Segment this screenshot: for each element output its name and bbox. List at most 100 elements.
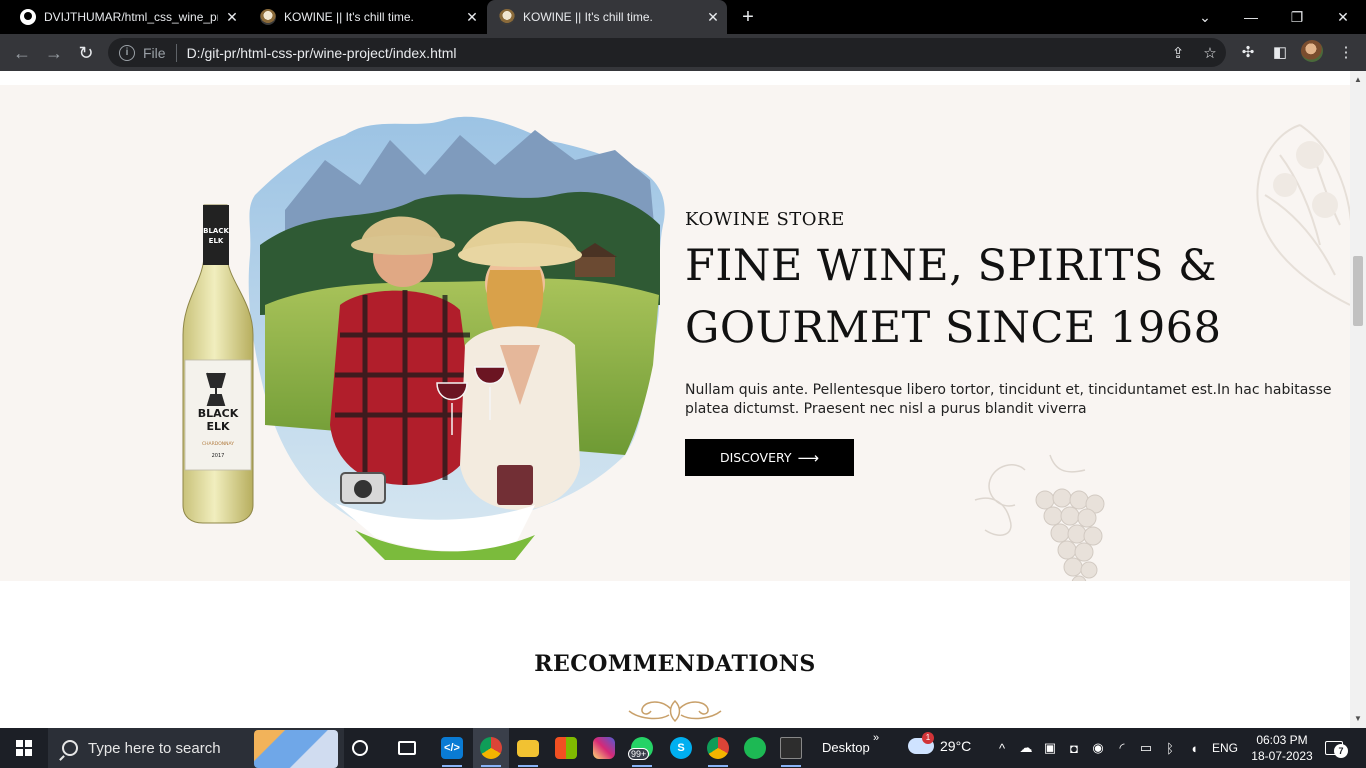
- instagram-icon: [593, 737, 615, 759]
- notification-center-button[interactable]: 7: [1322, 736, 1348, 760]
- profile-avatar[interactable]: [1301, 40, 1323, 62]
- search-highlight-illustration: [254, 730, 338, 768]
- reload-button[interactable]: ↻: [72, 39, 100, 67]
- task-view-button[interactable]: [389, 728, 425, 768]
- hero-description: Nullam quis ante. Pellentesque libero to…: [685, 382, 1332, 417]
- close-window-button[interactable]: ✕: [1320, 0, 1366, 34]
- whatsapp-badge: 99+: [628, 748, 650, 760]
- taskbar-app-file-explorer[interactable]: [510, 728, 546, 768]
- wifi-icon[interactable]: ◜: [1110, 728, 1134, 768]
- taskbar-app-spotify[interactable]: [737, 728, 773, 768]
- wine-site-icon: [499, 9, 515, 25]
- browser-tab-github[interactable]: DVIJTHUMAR/html_css_wine_pro ✕: [8, 0, 246, 34]
- tab-close-icon[interactable]: ✕: [699, 9, 727, 26]
- browser-tab-kowine-active[interactable]: KOWINE || It's chill time. ✕: [487, 0, 727, 34]
- scroll-thumb[interactable]: [1353, 256, 1363, 326]
- wine-site-icon: [260, 9, 276, 25]
- taskbar-app-skype[interactable]: S: [663, 728, 699, 768]
- ornament-divider-icon: [628, 699, 722, 723]
- back-button[interactable]: ←: [8, 39, 36, 67]
- taskbar-app-chrome-profile[interactable]: [700, 728, 736, 768]
- clock-date: 18-07-2023: [1251, 749, 1313, 763]
- browser-tab-kowine-1[interactable]: KOWINE || It's chill time. ✕: [248, 0, 486, 34]
- browser-menu-icon[interactable]: ⋮: [1332, 39, 1360, 67]
- start-button[interactable]: [0, 728, 48, 768]
- bluetooth-icon[interactable]: ᛒ: [1158, 728, 1182, 768]
- taskbar-app-vscode[interactable]: </>: [434, 728, 470, 768]
- bottle-variety: CHARDONNAY: [202, 441, 234, 447]
- address-bar[interactable]: i File D:/git-pr/html-css-pr/wine-projec…: [108, 38, 1226, 67]
- hero-section: BLACK ELK BLACK ELK CHARDONNAY 2017 KOWI…: [0, 85, 1350, 581]
- weather-widget[interactable]: 29°C: [908, 732, 971, 754]
- onedrive-icon[interactable]: ☁: [1014, 728, 1038, 768]
- battery-icon[interactable]: ▭: [1134, 728, 1158, 768]
- taskbar-search-box[interactable]: Type here to search: [48, 728, 344, 768]
- vscode-icon: </>: [441, 737, 463, 759]
- cortana-button[interactable]: [342, 728, 378, 768]
- desktop-toolbar-chevron-icon[interactable]: »: [873, 732, 879, 744]
- address-scheme: File: [143, 44, 166, 61]
- arrow-right-icon: ⟶: [797, 448, 820, 467]
- bottle-brand-line1: BLACK: [198, 407, 239, 420]
- taskbar-app-instagram[interactable]: [586, 728, 622, 768]
- extensions-icon[interactable]: ✣: [1234, 39, 1262, 67]
- hero-headline: FINE WINE, SPIRITS & GOURMET SINCE 1968: [685, 235, 1285, 359]
- new-tab-button[interactable]: +: [736, 6, 760, 28]
- github-icon: [20, 9, 36, 25]
- windows-logo-icon: [16, 740, 32, 756]
- windows-taskbar: Type here to search </> 99+ S Desktop » …: [0, 728, 1366, 768]
- vpn-icon[interactable]: ◉: [1086, 728, 1110, 768]
- bookmark-star-icon[interactable]: ☆: [1194, 44, 1226, 62]
- skype-icon: S: [670, 737, 692, 759]
- forward-button[interactable]: →: [40, 39, 68, 67]
- address-divider: [175, 43, 177, 62]
- site-info-icon[interactable]: i: [119, 44, 135, 61]
- browser-toolbar: ← → ↻ i File D:/git-pr/html-css-pr/wine-…: [0, 34, 1366, 71]
- notification-count: 7: [1334, 744, 1348, 758]
- bottle-neck-label-1: BLACK: [203, 227, 229, 235]
- bottle-year: 2017: [212, 453, 225, 459]
- page-viewport: BLACK ELK BLACK ELK CHARDONNAY 2017 KOWI…: [0, 71, 1350, 728]
- folder-icon: [517, 739, 539, 757]
- search-icon: [62, 740, 78, 756]
- bottle-neck-label-2: ELK: [209, 237, 224, 245]
- chrome-icon: [480, 737, 502, 759]
- terminal-icon: [780, 737, 802, 759]
- desktop-toolbar-label[interactable]: Desktop: [822, 740, 870, 755]
- language-indicator[interactable]: ENG: [1212, 741, 1238, 755]
- volume-icon[interactable]: ◖: [1182, 728, 1206, 768]
- recommendations-title: RECOMMENDATIONS: [534, 651, 816, 677]
- tab-title: KOWINE || It's chill time.: [284, 10, 414, 24]
- tab-search-button[interactable]: ⌄: [1182, 0, 1228, 34]
- tab-close-icon[interactable]: ✕: [218, 9, 246, 26]
- tab-title: DVIJTHUMAR/html_css_wine_pro: [44, 10, 218, 24]
- taskbar-app-terminal[interactable]: [773, 728, 809, 768]
- discovery-button[interactable]: DISCOVERY ⟶: [685, 439, 854, 476]
- taskbar-app-chrome[interactable]: [473, 728, 509, 768]
- taskbar-app-store[interactable]: [548, 728, 584, 768]
- camera-icon[interactable]: ◘: [1062, 728, 1086, 768]
- scroll-up-arrow-icon[interactable]: ▲: [1350, 73, 1366, 87]
- address-url[interactable]: D:/git-pr/html-css-pr/wine-project/index…: [187, 45, 1162, 61]
- hero-headline-line2: GOURMET SINCE 1968: [685, 303, 1222, 353]
- spotify-icon: [744, 737, 766, 759]
- restore-button[interactable]: ❐: [1274, 0, 1320, 34]
- taskbar-clock[interactable]: 06:03 PM 18-07-2023: [1245, 732, 1319, 764]
- tab-close-icon[interactable]: ✕: [458, 9, 486, 26]
- store-label: KOWINE STORE: [685, 209, 845, 230]
- page-scrollbar[interactable]: ▲ ▼: [1350, 71, 1366, 728]
- tray-overflow-chevron-icon[interactable]: ^: [990, 728, 1014, 768]
- side-panel-icon[interactable]: ◧: [1266, 39, 1294, 67]
- hero-headline-line1: FINE WINE, SPIRITS &: [685, 241, 1217, 291]
- browser-tab-strip: DVIJTHUMAR/html_css_wine_pro ✕ KOWINE ||…: [0, 0, 1366, 34]
- cloud-icon: [908, 732, 934, 754]
- minimize-button[interactable]: —: [1228, 0, 1274, 34]
- screen-capture-icon[interactable]: ▣: [1038, 728, 1062, 768]
- share-icon[interactable]: ⇪: [1162, 44, 1194, 62]
- task-view-icon: [398, 741, 416, 755]
- scroll-down-arrow-icon[interactable]: ▼: [1350, 712, 1366, 726]
- chrome-icon: [707, 737, 729, 759]
- discovery-button-label: DISCOVERY: [719, 450, 792, 465]
- taskbar-app-whatsapp[interactable]: 99+: [624, 728, 660, 768]
- bottle-brand-line2: ELK: [206, 420, 230, 433]
